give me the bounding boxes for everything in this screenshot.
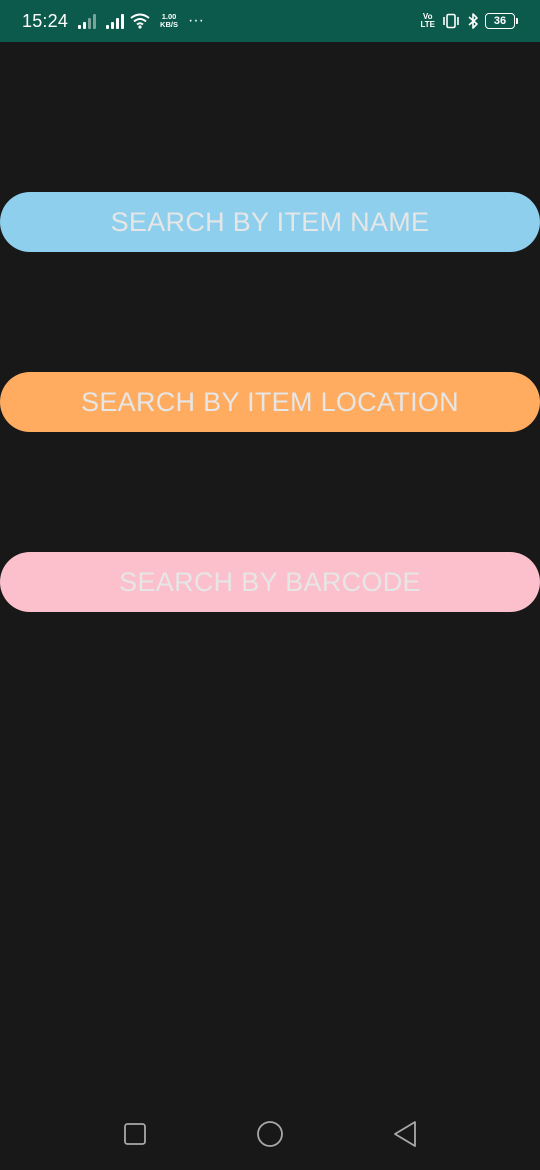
bluetooth-icon (468, 13, 478, 29)
more-notifications-icon: ··· (187, 12, 204, 29)
status-left: 15:24 1.00 KB/S ··· (22, 0, 204, 42)
back-icon[interactable] (391, 1120, 419, 1148)
navigation-bar (0, 1098, 540, 1170)
status-bar: 15:24 1.00 KB/S ··· Vo LTE 36 (0, 0, 540, 42)
wifi-icon (130, 13, 150, 29)
search-by-item-name-button[interactable]: SEARCH BY ITEM NAME (0, 192, 540, 252)
recent-apps-icon[interactable] (121, 1120, 149, 1148)
status-time: 15:24 (22, 10, 69, 31)
search-by-item-location-button[interactable]: SEARCH BY ITEM LOCATION (0, 372, 540, 432)
status-right: Vo LTE 36 (420, 0, 518, 42)
battery-icon: 36 (485, 13, 518, 29)
search-by-barcode-button[interactable]: SEARCH BY BARCODE (0, 552, 540, 612)
volte-icon: Vo LTE (420, 13, 435, 29)
battery-tip (516, 18, 518, 24)
network-speed: 1.00 KB/S (160, 13, 178, 29)
volte-bottom: LTE (420, 20, 435, 29)
signal-2-icon (106, 13, 125, 29)
network-speed-unit: KB/S (160, 20, 178, 29)
battery-level: 36 (485, 13, 515, 29)
signal-1-icon (78, 13, 97, 29)
home-icon[interactable] (256, 1120, 284, 1148)
vibrate-icon (443, 13, 459, 29)
